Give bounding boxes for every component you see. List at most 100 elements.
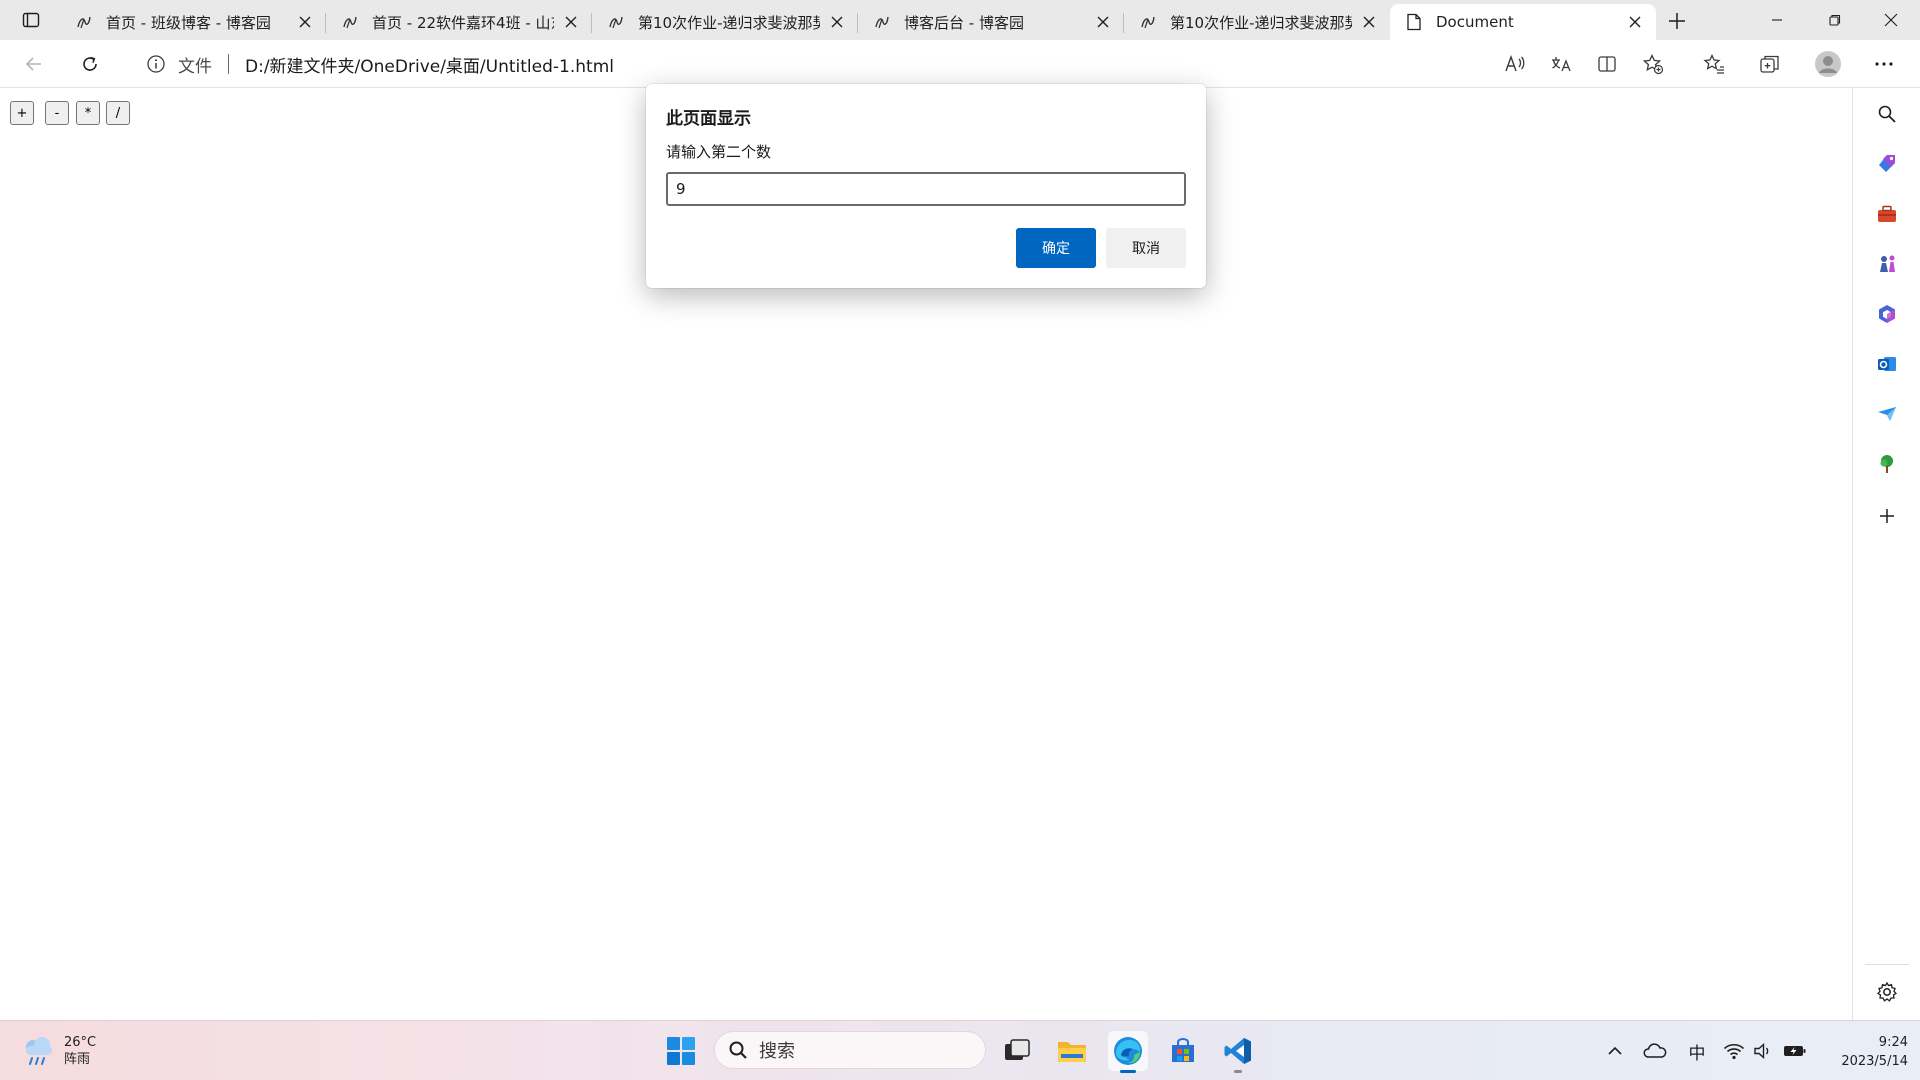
ok-button[interactable]: 确定: [1016, 228, 1096, 268]
cnblogs-favicon-icon: [1138, 12, 1158, 32]
task-view-icon: [1005, 1039, 1030, 1060]
battery-tray-button[interactable]: [1780, 1031, 1810, 1071]
edge-sidebar: [1852, 88, 1920, 1020]
close-tab-icon[interactable]: [1092, 11, 1114, 33]
cancel-button[interactable]: 取消: [1106, 228, 1186, 268]
favorites-icon: [1703, 53, 1724, 74]
tab-title: 首页 - 班级博客 - 博客园: [106, 13, 271, 32]
microsoft-store-button[interactable]: [1163, 1031, 1203, 1071]
toolbox-icon[interactable]: [1869, 196, 1905, 232]
vscode-icon: [1224, 1038, 1251, 1064]
task-view-button[interactable]: [997, 1031, 1037, 1071]
split-screen-icon[interactable]: [1592, 46, 1622, 82]
collections-button[interactable]: [1754, 48, 1786, 80]
drop-icon[interactable]: [1869, 396, 1905, 432]
prompt-dialog: 此页面显示 请输入第二个数 确定 取消: [646, 84, 1206, 288]
clock-date: 2023/5/14: [1841, 1054, 1908, 1069]
windows-taskbar: 26°C 阵雨 搜索 中 9:24 2023/5/14: [0, 1020, 1920, 1080]
battery-charging-icon: [1784, 1046, 1806, 1056]
add-icon[interactable]: [1869, 498, 1905, 534]
tab-title: 第10次作业-递归求斐波那契: [1170, 13, 1352, 32]
info-icon[interactable]: [142, 50, 170, 78]
tab-title: 首页 - 22软件嘉环4班 - 山东: [372, 13, 554, 32]
close-tab-icon[interactable]: [1358, 11, 1380, 33]
minimize-icon: [1772, 19, 1782, 21]
tab-6-active[interactable]: Document: [1390, 4, 1656, 40]
tab-5[interactable]: 第10次作业-递归求斐波那契: [1124, 4, 1390, 40]
new-tab-button[interactable]: [1662, 6, 1692, 36]
show-hidden-icons-button[interactable]: [1602, 1031, 1628, 1071]
subtract-button[interactable]: -: [45, 101, 69, 125]
refresh-button[interactable]: [74, 48, 106, 80]
close-tab-icon[interactable]: [826, 11, 848, 33]
tab-2[interactable]: 首页 - 22软件嘉环4班 - 山东: [326, 4, 592, 40]
taskbar-search-box[interactable]: 搜索: [714, 1031, 986, 1069]
onedrive-cloud-icon: [1643, 1043, 1667, 1058]
document-icon: [1404, 12, 1424, 32]
back-button[interactable]: [18, 48, 50, 80]
vscode-button[interactable]: [1218, 1031, 1258, 1073]
clock-time: 9:24: [1878, 1035, 1908, 1050]
speaker-icon: [1754, 1042, 1769, 1060]
minimize-button[interactable]: [1748, 0, 1806, 40]
prompt-input[interactable]: [666, 172, 1186, 206]
tab-actions-icon: [22, 12, 40, 28]
weather-condition: 阵雨: [64, 1052, 91, 1067]
restore-button[interactable]: [1806, 0, 1864, 40]
add-favorite-icon[interactable]: [1638, 46, 1668, 82]
cnblogs-favicon-icon: [606, 12, 626, 32]
multiply-button[interactable]: *: [76, 101, 100, 125]
games-icon[interactable]: [1869, 246, 1905, 282]
edge-icon: [1114, 1037, 1142, 1065]
settings-icon[interactable]: [1869, 974, 1905, 1010]
more-icon: [1875, 62, 1893, 66]
address-bar[interactable]: 文件 D:/新建文件夹/OneDrive/桌面/Untitled-1.html: [126, 46, 1681, 82]
favorites-button[interactable]: [1698, 48, 1730, 80]
restore-icon: [1829, 14, 1841, 26]
file-explorer-button[interactable]: [1052, 1031, 1092, 1071]
divide-button[interactable]: /: [106, 101, 130, 125]
active-app-indicator: [1120, 1070, 1136, 1073]
store-icon: [1172, 1038, 1194, 1062]
windows-start-icon: [667, 1037, 695, 1065]
close-tab-icon[interactable]: [1624, 11, 1646, 33]
tag-icon[interactable]: [1869, 146, 1905, 182]
close-window-button[interactable]: [1862, 0, 1920, 40]
address-separator: [228, 54, 229, 74]
translate-icon[interactable]: [1546, 46, 1576, 82]
running-app-indicator: [1234, 1070, 1242, 1073]
address-url[interactable]: D:/新建文件夹/OneDrive/桌面/Untitled-1.html: [245, 52, 614, 77]
profile-button[interactable]: [1812, 48, 1844, 80]
arrow-left-icon: [25, 57, 41, 71]
avatar-icon: [1815, 51, 1841, 77]
taskbar-clock[interactable]: 9:24 2023/5/14: [1820, 1033, 1908, 1071]
close-tab-icon[interactable]: [560, 11, 582, 33]
search-placeholder: 搜索: [759, 1041, 795, 1062]
collections-icon: [1760, 55, 1779, 73]
outlook-icon[interactable]: [1869, 346, 1905, 382]
tree-icon[interactable]: [1869, 446, 1905, 482]
tab-1[interactable]: 首页 - 班级博客 - 博客园: [60, 4, 326, 40]
search-icon[interactable]: [1869, 96, 1905, 132]
volume-tray-button[interactable]: [1750, 1031, 1776, 1071]
close-icon: [1884, 13, 1898, 27]
cnblogs-favicon-icon: [340, 12, 360, 32]
chevron-up-icon: [1608, 1046, 1622, 1055]
edge-taskbar-button[interactable]: [1108, 1031, 1148, 1073]
start-button[interactable]: [661, 1031, 701, 1071]
onedrive-tray-button[interactable]: [1640, 1031, 1670, 1071]
tab-4[interactable]: 博客后台 - 博客园: [858, 4, 1124, 40]
weather-temperature: 26°C: [64, 1035, 97, 1050]
refresh-icon: [83, 56, 97, 71]
ime-indicator[interactable]: 中: [1682, 1031, 1712, 1071]
wifi-tray-button[interactable]: [1720, 1031, 1748, 1071]
add-button[interactable]: +: [10, 101, 34, 125]
office-icon[interactable]: [1869, 296, 1905, 332]
weather-widget[interactable]: 26°C 阵雨: [20, 1031, 96, 1071]
tab-3[interactable]: 第10次作业-递归求斐波那契: [592, 4, 858, 40]
read-aloud-icon[interactable]: [1500, 46, 1530, 82]
tab-actions-button[interactable]: [14, 8, 48, 32]
settings-more-button[interactable]: [1868, 48, 1900, 80]
cnblogs-favicon-icon: [74, 12, 94, 32]
close-tab-icon[interactable]: [294, 11, 316, 33]
